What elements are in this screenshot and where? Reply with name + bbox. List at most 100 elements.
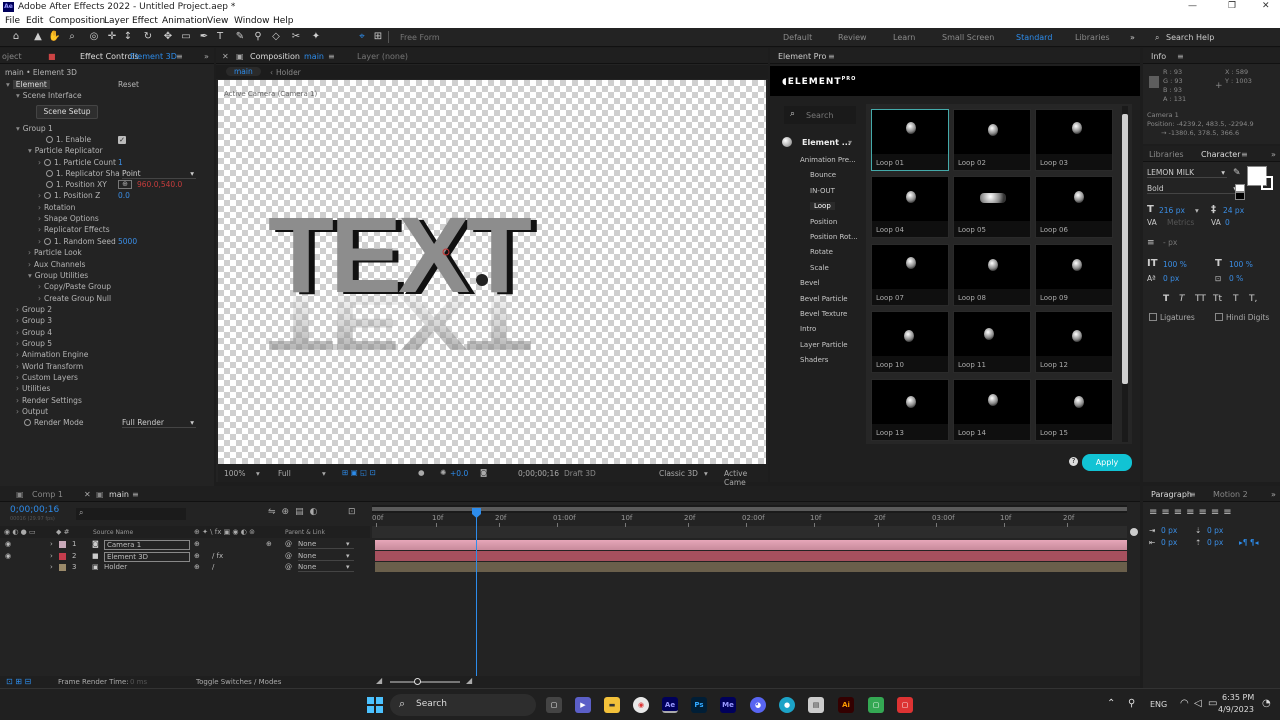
layer-label-color[interactable]: [59, 552, 66, 560]
preset-category[interactable]: Intro: [800, 325, 816, 333]
shape-options-row[interactable]: › Shape Options: [38, 214, 99, 223]
task-view-icon[interactable]: ▢: [546, 697, 562, 713]
layer-bar-element[interactable]: [375, 551, 1127, 561]
zoom-in-icon[interactable]: ◢: [466, 676, 472, 685]
playhead-handle[interactable]: [472, 508, 481, 518]
grid-scrollbar[interactable]: [1122, 106, 1128, 442]
type-tool-icon[interactable]: T: [214, 31, 226, 43]
small-caps-button[interactable]: Tt: [1213, 294, 1222, 304]
render-mode-select[interactable]: Full Render ▾: [122, 418, 196, 428]
orbit-camera-icon[interactable]: ◎: [88, 31, 100, 43]
replicator-effects-row[interactable]: › Replicator Effects: [38, 225, 110, 234]
volume-icon[interactable]: ◁: [1194, 698, 1202, 709]
quality-switch-icon[interactable]: /: [212, 563, 214, 571]
stopwatch-icon[interactable]: [46, 181, 53, 188]
preset-category[interactable]: Bevel Texture: [800, 310, 847, 318]
preset-thumbnail[interactable]: Loop 09: [1035, 243, 1113, 306]
workspace-standard[interactable]: Standard: [1016, 33, 1052, 42]
tab-comp1[interactable]: Comp 1: [32, 490, 63, 499]
preset-thumbnail[interactable]: Loop 13: [871, 378, 949, 441]
utilities-row[interactable]: › Utilities: [16, 384, 50, 393]
horizontal-scale-value[interactable]: 100 %: [1229, 260, 1253, 269]
windows-start-icon[interactable]: [367, 697, 383, 713]
layer-bar-camera[interactable]: [375, 540, 1127, 550]
red-app-icon[interactable]: ▢: [897, 697, 913, 713]
preset-thumbnail[interactable]: Loop 08: [953, 243, 1031, 306]
panel-menu-icon[interactable]: ≡: [828, 52, 835, 61]
effects-switch-icon[interactable]: / fx: [212, 552, 223, 560]
custom-layers-row[interactable]: › Custom Layers: [16, 373, 78, 382]
output-row[interactable]: › Output: [16, 407, 48, 416]
toggle-switches-modes[interactable]: Toggle Switches / Modes: [196, 678, 281, 686]
app-icon[interactable]: ●: [779, 697, 795, 713]
camera-switch-icon[interactable]: ⊕: [266, 540, 272, 548]
group3-row[interactable]: › Group 3: [16, 316, 52, 325]
crosshair-icon[interactable]: ⊕: [118, 180, 132, 189]
rectangle-tool-icon[interactable]: ▭: [180, 31, 192, 43]
preset-thumbnail[interactable]: Loop 15: [1035, 378, 1113, 441]
anchor-tool-icon[interactable]: ✥: [162, 31, 174, 43]
panel-menu-icon[interactable]: ≡: [1177, 52, 1184, 61]
tracking-value[interactable]: 0: [1225, 218, 1230, 227]
menu-animation[interactable]: Animation: [162, 16, 208, 26]
character-tab[interactable]: Character: [1201, 150, 1241, 159]
space-after-value[interactable]: 0 px: [1207, 538, 1223, 547]
layer-name[interactable]: Holder: [104, 563, 127, 571]
preset-thumbnail[interactable]: Loop 04: [871, 176, 949, 239]
tray-chevron-icon[interactable]: ⌃: [1107, 698, 1115, 709]
vertical-scale-value[interactable]: 100 %: [1163, 260, 1187, 269]
world-transform-row[interactable]: › World Transform: [16, 362, 83, 371]
workspace-libraries[interactable]: Libraries: [1075, 33, 1110, 42]
preset-category[interactable]: Position Rot...: [810, 233, 858, 241]
work-area-range[interactable]: [372, 507, 1127, 511]
preset-category[interactable]: Layer Particle: [800, 341, 848, 349]
replicator-shape-select[interactable]: Point ▾: [122, 169, 196, 179]
layer-search-input[interactable]: ⌕: [76, 508, 186, 520]
scene-interface-row[interactable]: ▾ Scene Interface: [16, 91, 82, 100]
visibility-eye-icon[interactable]: ◉: [5, 540, 11, 548]
color-channels-icon[interactable]: ●: [418, 468, 425, 477]
renderer-label[interactable]: Draft 3D: [564, 469, 596, 478]
preset-thumbnail[interactable]: Loop 03: [1035, 109, 1113, 171]
layer-bar-holder[interactable]: [375, 562, 1127, 572]
exposure-value[interactable]: +0.0: [450, 469, 468, 478]
apply-button[interactable]: Apply: [1082, 454, 1132, 471]
workspace-review[interactable]: Review: [838, 33, 867, 42]
home-icon[interactable]: ⌂: [10, 31, 22, 43]
zoom-tool-icon[interactable]: ⌕: [66, 31, 78, 43]
grid-scrollbar-thumb[interactable]: [1122, 114, 1128, 384]
fx-element-row[interactable]: ▾ Element: [6, 80, 50, 89]
ligatures-checkbox[interactable]: [1149, 313, 1157, 321]
zoom-slider-track[interactable]: [390, 681, 460, 683]
stopwatch-icon[interactable]: [44, 192, 51, 199]
selection-tool-icon[interactable]: ▲: [32, 31, 44, 43]
menu-edit[interactable]: Edit: [26, 16, 43, 26]
particle-replicator-row[interactable]: ▾ Particle Replicator: [28, 146, 103, 155]
resolution-select[interactable]: Full: [278, 469, 291, 478]
battery-icon[interactable]: ▭: [1208, 698, 1217, 709]
eyedropper-icon[interactable]: ✎: [1233, 168, 1241, 178]
file-explorer-icon[interactable]: ▬: [604, 697, 620, 713]
preset-thumbnail[interactable]: Loop 06: [1035, 176, 1113, 239]
stopwatch-icon[interactable]: [46, 170, 53, 177]
paragraph-tab[interactable]: Paragraph: [1151, 490, 1192, 499]
active-camera-select[interactable]: Active Came: [724, 469, 768, 487]
layer-name[interactable]: Element 3D: [104, 551, 190, 562]
preset-thumbnail[interactable]: Loop 05: [953, 176, 1031, 239]
clone-tool-icon[interactable]: ⚲: [252, 31, 264, 43]
workspace-small-screen[interactable]: Small Screen: [942, 33, 994, 42]
view-mode-select[interactable]: Classic 3D: [659, 469, 698, 478]
position-xy-value[interactable]: 960.0,540.0: [137, 180, 182, 189]
roto-tool-icon[interactable]: ✂: [290, 31, 302, 43]
subscript-button[interactable]: T,: [1249, 294, 1257, 304]
superscript-button[interactable]: T: [1233, 294, 1239, 304]
ruler-end-icon[interactable]: [1130, 528, 1138, 536]
panel-menu-icon[interactable]: ≡: [132, 490, 139, 499]
photoshop-icon[interactable]: Ps: [691, 697, 707, 713]
kerning-value[interactable]: Metrics: [1167, 218, 1194, 227]
layer-label-color[interactable]: [59, 564, 66, 571]
expand-layer-icon[interactable]: ›: [50, 540, 53, 548]
shy-switch-icon[interactable]: ⊕: [194, 540, 200, 548]
brush-tool-icon[interactable]: ✎: [234, 31, 246, 43]
group1-row[interactable]: ▾ Group 1: [16, 124, 53, 133]
